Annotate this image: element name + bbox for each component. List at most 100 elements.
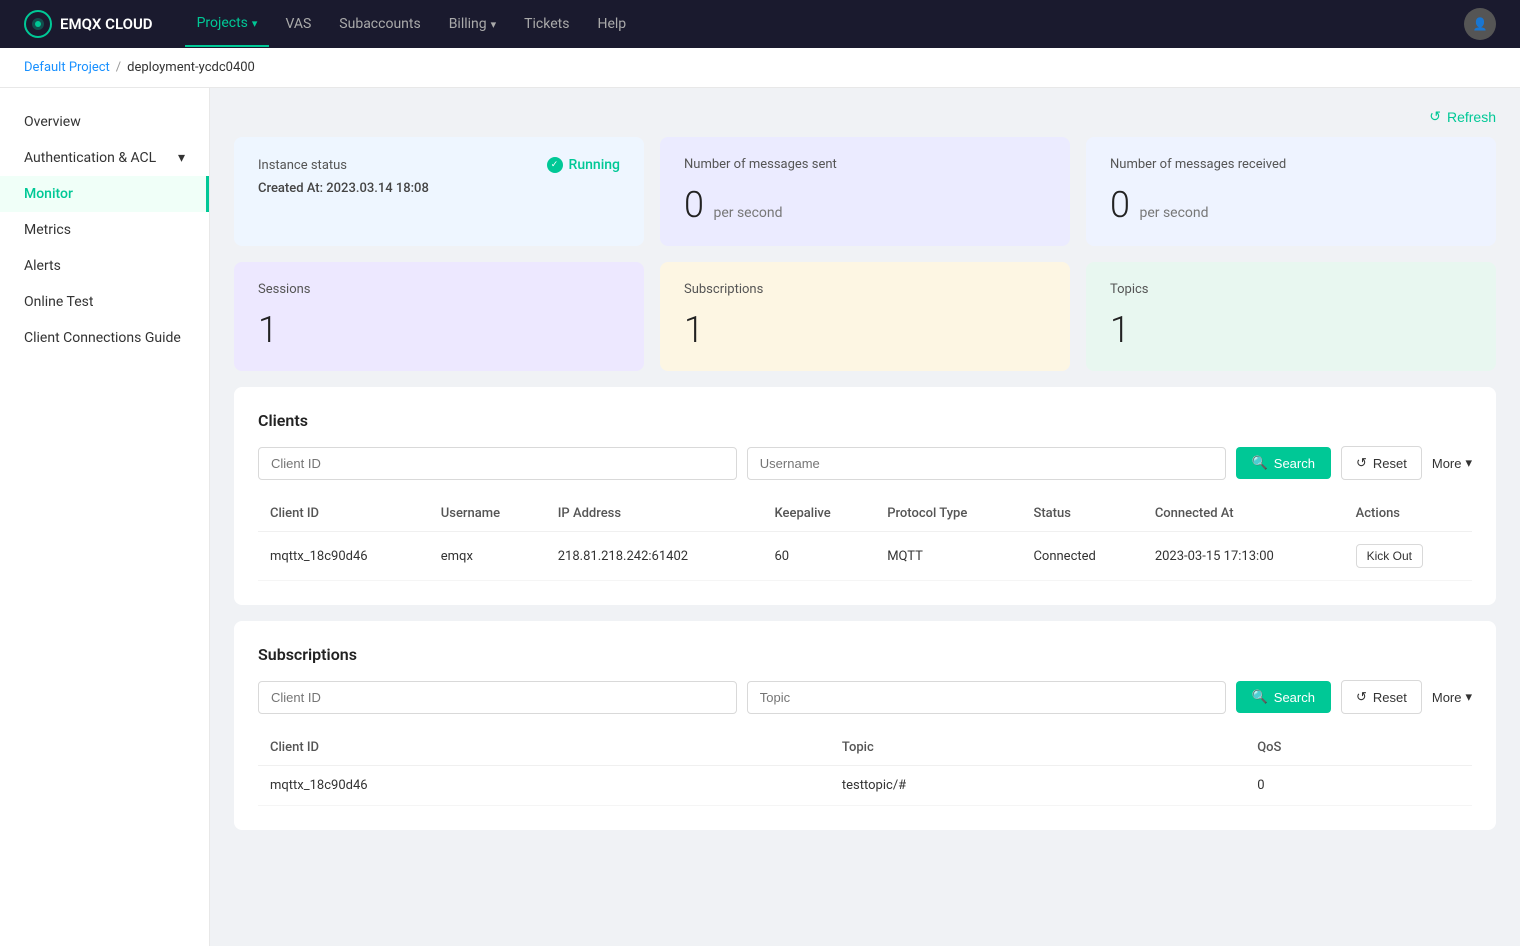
sub-col-client-id: Client ID <box>258 730 830 766</box>
stat-received: Number of messages received 0 per second <box>1086 137 1496 246</box>
sessions-title: Sessions <box>258 282 620 297</box>
nav-projects[interactable]: Projects <box>185 1 270 47</box>
clients-section-title: Clients <box>258 411 1472 430</box>
col-connected-at: Connected At <box>1143 496 1344 532</box>
subscriptions-table-header: Client ID Topic QoS <box>258 730 1472 766</box>
sub-col-topic: Topic <box>830 730 1245 766</box>
sidebar: Overview Authentication & ACL ▾ Monitor … <box>0 88 210 946</box>
sidebar-item-online-test[interactable]: Online Test <box>0 284 209 320</box>
clients-search-button[interactable]: 🔍 Search <box>1236 447 1331 479</box>
clients-more-button[interactable]: More ▾ <box>1432 455 1472 471</box>
topnav-right: 👤 <box>1464 8 1496 40</box>
auth-chevron-icon: ▾ <box>178 150 185 166</box>
subscriptions-topic-input[interactable] <box>747 681 1226 714</box>
projects-chevron-icon <box>252 15 258 31</box>
received-value: 0 <box>1110 184 1130 226</box>
sub-col-qos: QoS <box>1245 730 1472 766</box>
more-chevron-icon: ▾ <box>1465 455 1472 471</box>
subscriptions-search-button[interactable]: 🔍 Search <box>1236 681 1331 713</box>
clients-client-id-input[interactable] <box>258 447 737 480</box>
col-username: Username <box>429 496 546 532</box>
reset-icon: ↺ <box>1356 455 1367 471</box>
sidebar-item-metrics[interactable]: Metrics <box>0 212 209 248</box>
sidebar-item-alerts[interactable]: Alerts <box>0 248 209 284</box>
main-content: ↺ Refresh Instance status ✓ Running Crea… <box>210 88 1520 946</box>
breadcrumb-current: deployment-ycdc0400 <box>127 60 255 75</box>
refresh-button[interactable]: ↺ Refresh <box>1429 108 1496 125</box>
sent-value-row: 0 per second <box>684 184 1046 226</box>
topics-value: 1 <box>1110 309 1472 351</box>
sidebar-item-overview[interactable]: Overview <box>0 104 209 140</box>
received-value-row: 0 per second <box>1110 184 1472 226</box>
table-row: mqttx_18c90d46 testtopic/# 0 <box>258 766 1472 806</box>
more-chevron-icon-sub: ▾ <box>1465 689 1472 705</box>
stat-sessions: Sessions 1 <box>234 262 644 371</box>
keepalive-cell: 60 <box>762 532 875 581</box>
sent-value: 0 <box>684 184 704 226</box>
instance-status: ✓ Running <box>547 157 620 173</box>
brand-name: EMQX CLOUD <box>60 15 153 33</box>
clients-table-header: Client ID Username IP Address Keepalive … <box>258 496 1472 532</box>
sent-unit: per second <box>713 205 782 221</box>
subscriptions-reset-button[interactable]: ↺ Reset <box>1341 680 1422 714</box>
refresh-icon: ↺ <box>1429 108 1441 125</box>
status-cell: Connected <box>1021 532 1142 581</box>
subscriptions-title: Subscriptions <box>684 282 1046 297</box>
stat-subscriptions: Subscriptions 1 <box>660 262 1070 371</box>
client-id-cell[interactable]: mqttx_18c90d46 <box>258 532 429 581</box>
received-title: Number of messages received <box>1110 157 1472 172</box>
connected-at-cell: 2023-03-15 17:13:00 <box>1143 532 1344 581</box>
nav-billing[interactable]: Billing <box>437 2 508 46</box>
subscriptions-client-id-input[interactable] <box>258 681 737 714</box>
sessions-value: 1 <box>258 309 620 351</box>
billing-chevron-icon <box>491 16 497 32</box>
subscriptions-section-title: Subscriptions <box>258 645 1472 664</box>
running-check-icon: ✓ <box>547 157 563 173</box>
search-icon: 🔍 <box>1252 455 1268 471</box>
col-client-id: Client ID <box>258 496 429 532</box>
ip-address-cell: 218.81.218.242:61402 <box>546 532 763 581</box>
refresh-bar: ↺ Refresh <box>234 108 1496 125</box>
sidebar-item-auth-acl[interactable]: Authentication & ACL ▾ <box>0 140 209 176</box>
username-cell: emqx <box>429 532 546 581</box>
nav-subaccounts[interactable]: Subaccounts <box>327 2 432 46</box>
main-layout: Overview Authentication & ACL ▾ Monitor … <box>0 88 1520 946</box>
stat-sent: Number of messages sent 0 per second <box>660 137 1070 246</box>
reset-icon-sub: ↺ <box>1356 689 1367 705</box>
actions-cell: Kick Out <box>1344 532 1472 581</box>
subscriptions-more-button[interactable]: More ▾ <box>1432 689 1472 705</box>
col-keepalive: Keepalive <box>762 496 875 532</box>
sidebar-item-monitor[interactable]: Monitor <box>0 176 209 212</box>
subscriptions-search-row: 🔍 Search ↺ Reset More ▾ <box>258 680 1472 714</box>
col-actions: Actions <box>1344 496 1472 532</box>
table-row: mqttx_18c90d46 emqx 218.81.218.242:61402… <box>258 532 1472 581</box>
kick-out-button[interactable]: Kick Out <box>1356 544 1423 568</box>
col-protocol-type: Protocol Type <box>875 496 1021 532</box>
sidebar-item-connections-guide[interactable]: Client Connections Guide <box>0 320 209 356</box>
nav-vas[interactable]: VAS <box>273 2 323 46</box>
breadcrumb-separator: / <box>116 60 121 75</box>
breadcrumb: Default Project / deployment-ycdc0400 <box>0 48 1520 88</box>
received-unit: per second <box>1139 205 1208 221</box>
sub-topic-cell: testtopic/# <box>830 766 1245 806</box>
search-icon-sub: 🔍 <box>1252 689 1268 705</box>
sub-qos-cell: 0 <box>1245 766 1472 806</box>
col-status: Status <box>1021 496 1142 532</box>
sent-title: Number of messages sent <box>684 157 1046 172</box>
brand-logo: EMQX CLOUD <box>24 10 153 38</box>
nav-links: Projects VAS Subaccounts Billing Tickets… <box>185 1 1464 47</box>
protocol-type-cell: MQTT <box>875 532 1021 581</box>
clients-reset-button[interactable]: ↺ Reset <box>1341 446 1422 480</box>
breadcrumb-parent[interactable]: Default Project <box>24 60 110 75</box>
stats-row-1: Instance status ✓ Running Created At: 20… <box>234 137 1496 246</box>
user-avatar[interactable]: 👤 <box>1464 8 1496 40</box>
instance-created: Created At: 2023.03.14 18:08 <box>258 181 620 196</box>
topics-title: Topics <box>1110 282 1472 297</box>
nav-help[interactable]: Help <box>585 2 638 46</box>
subscriptions-value: 1 <box>684 309 1046 351</box>
clients-username-input[interactable] <box>747 447 1226 480</box>
stat-topics: Topics 1 <box>1086 262 1496 371</box>
clients-section: Clients 🔍 Search ↺ Reset More ▾ <box>234 387 1496 605</box>
nav-tickets[interactable]: Tickets <box>512 2 581 46</box>
sub-client-id-cell: mqttx_18c90d46 <box>258 766 830 806</box>
